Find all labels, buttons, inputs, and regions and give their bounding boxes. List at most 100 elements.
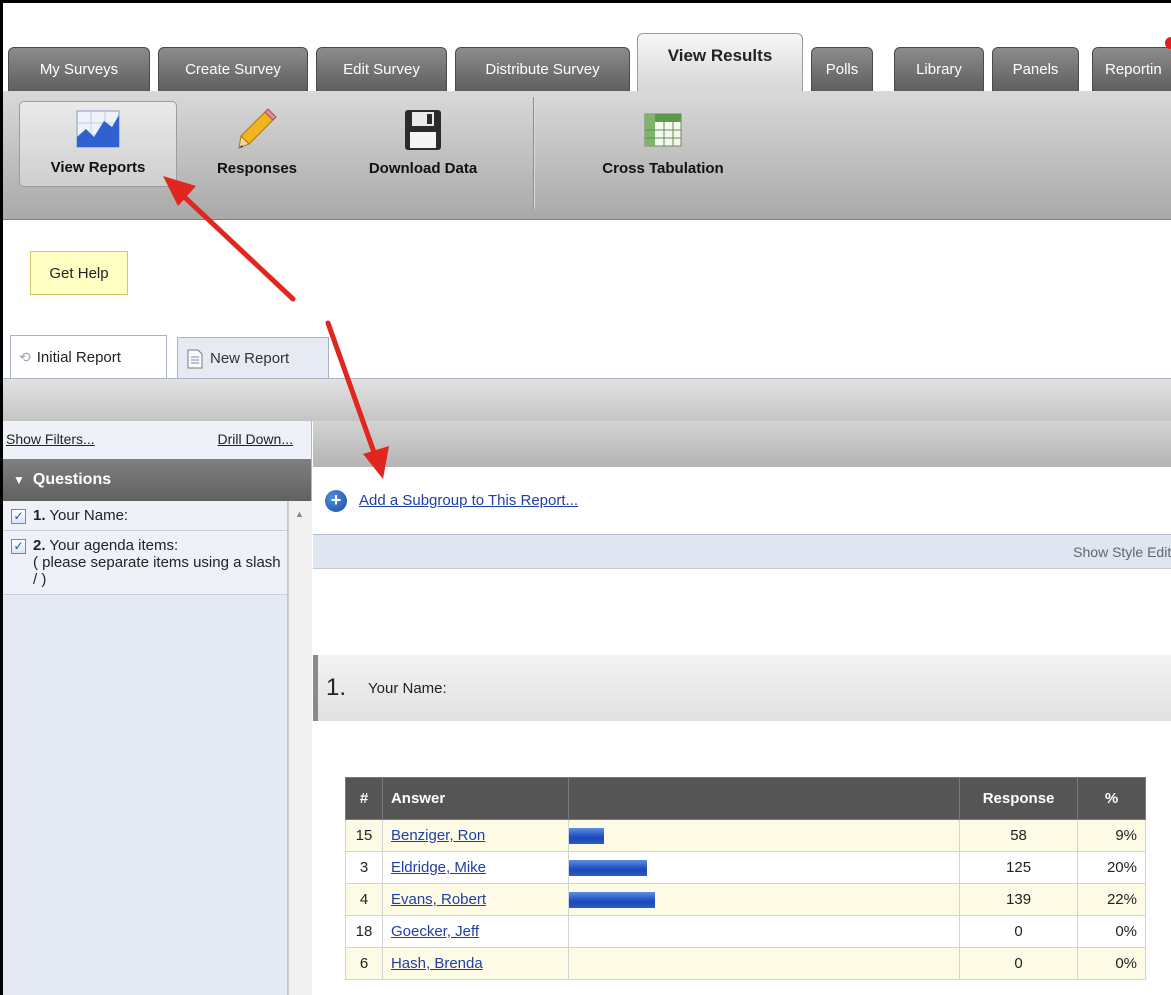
answer-link[interactable]: Evans, Robert bbox=[391, 891, 486, 908]
tab-distribute-survey[interactable]: Distribute Survey bbox=[455, 47, 630, 91]
question-heading: 1. Your Name: bbox=[313, 655, 1171, 721]
question-list: ✓ 1. Your Name: ✓ 2. Your agenda items: … bbox=[3, 501, 288, 995]
scroll-up-arrow-icon[interactable]: ▲ bbox=[295, 509, 304, 519]
answer-link[interactable]: Hash, Brenda bbox=[391, 955, 483, 972]
question-list-scrollbar[interactable]: ▲ bbox=[288, 501, 312, 995]
row-percent: 9% bbox=[1077, 819, 1146, 852]
question-1-text: Your Name: bbox=[49, 507, 129, 524]
row-response: 58 bbox=[959, 819, 1079, 852]
filter-links: Show Filters... Drill Down... bbox=[3, 421, 311, 459]
response-bar bbox=[568, 891, 655, 908]
row-answer: Hash, Brenda bbox=[381, 947, 569, 980]
row-percent: 0% bbox=[1077, 915, 1146, 948]
checkbox-question-1[interactable]: ✓ bbox=[11, 509, 26, 524]
chart-icon bbox=[76, 110, 120, 148]
row-bar-cell bbox=[567, 819, 961, 852]
row-answer: Goecker, Jeff bbox=[381, 915, 569, 948]
style-editor-bar: Show Style Edito bbox=[313, 535, 1171, 569]
view-reports-label: View Reports bbox=[50, 159, 146, 176]
collapse-triangle-icon: ▼ bbox=[13, 473, 25, 487]
toolbar-separator bbox=[533, 97, 534, 209]
tab-panels[interactable]: Panels bbox=[992, 47, 1079, 91]
show-filters-link[interactable]: Show Filters... bbox=[6, 431, 95, 459]
table-row: 18 Goecker, Jeff 0 0% bbox=[345, 915, 1146, 948]
row-response: 0 bbox=[959, 947, 1079, 980]
download-data-label: Download Data bbox=[368, 160, 478, 177]
answer-link[interactable]: Goecker, Jeff bbox=[391, 923, 479, 940]
questions-header[interactable]: ▼ Questions bbox=[3, 459, 311, 501]
responses-button[interactable]: Responses bbox=[193, 101, 321, 187]
question-2-subtext: ( please separate items using a slash / … bbox=[33, 554, 281, 588]
add-subgroup-link[interactable]: Add a Subgroup to This Report... bbox=[359, 492, 578, 509]
question-item-1-text: 1. Your Name: bbox=[33, 507, 128, 524]
report-main-area: + Add a Subgroup to This Report... Show … bbox=[313, 421, 1171, 995]
table-grid-icon bbox=[644, 113, 682, 147]
question-1-number: 1. bbox=[33, 507, 46, 524]
question-heading-text: Your Name: bbox=[368, 679, 447, 697]
tab-new-report[interactable]: New Report bbox=[177, 337, 329, 379]
tab-initial-report[interactable]: ⟲ Initial Report bbox=[10, 335, 167, 379]
tab-library[interactable]: Library bbox=[894, 47, 984, 91]
tab-view-results[interactable]: View Results bbox=[637, 33, 803, 91]
download-data-button[interactable]: Download Data bbox=[343, 101, 503, 187]
question-item-2[interactable]: ✓ 2. Your agenda items: ( please separat… bbox=[3, 531, 287, 595]
tab-reporting[interactable]: Reportin bbox=[1092, 47, 1171, 91]
row-number: 15 bbox=[345, 819, 383, 852]
subgroup-row: + Add a Subgroup to This Report... bbox=[313, 467, 1171, 535]
col-header-number: # bbox=[345, 777, 383, 820]
row-bar-cell bbox=[567, 883, 961, 916]
tab-polls[interactable]: Polls bbox=[811, 47, 873, 91]
col-header-bar bbox=[567, 777, 961, 820]
question-item-2-text: 2. Your agenda items: ( please separate … bbox=[33, 537, 283, 588]
checkbox-question-2[interactable]: ✓ bbox=[11, 539, 26, 554]
pencil-icon bbox=[238, 108, 277, 149]
view-reports-button[interactable]: View Reports bbox=[19, 101, 177, 187]
row-response: 0 bbox=[959, 915, 1079, 948]
response-bar bbox=[568, 827, 604, 844]
row-percent: 20% bbox=[1077, 851, 1146, 884]
row-number: 4 bbox=[345, 883, 383, 916]
add-circle-icon[interactable]: + bbox=[325, 489, 347, 512]
refresh-icon: ⟲ bbox=[19, 349, 31, 365]
row-percent: 22% bbox=[1077, 883, 1146, 916]
cross-tabulation-label: Cross Tabulation bbox=[602, 160, 724, 177]
question-heading-number: 1. bbox=[326, 674, 347, 701]
tab-edit-survey[interactable]: Edit Survey bbox=[316, 47, 447, 91]
question-2-number: 2. bbox=[33, 537, 46, 554]
save-disk-icon bbox=[405, 110, 441, 150]
results-toolbar: View Reports Responses Download Data Cro… bbox=[3, 91, 1171, 220]
tab-my-surveys[interactable]: My Surveys bbox=[8, 47, 150, 91]
tab-create-survey[interactable]: Create Survey bbox=[158, 47, 308, 91]
show-style-editor-link[interactable]: Show Style Edito bbox=[1073, 544, 1171, 560]
get-help-button[interactable]: Get Help bbox=[30, 251, 128, 295]
table-row: 15 Benziger, Ron 58 9% bbox=[345, 819, 1146, 852]
question-2-text: Your agenda items: bbox=[49, 537, 179, 554]
table-row: 3 Eldridge, Mike 125 20% bbox=[345, 851, 1146, 884]
row-number: 3 bbox=[345, 851, 383, 884]
row-answer: Evans, Robert bbox=[381, 883, 569, 916]
drill-down-link[interactable]: Drill Down... bbox=[218, 431, 293, 459]
questions-panel: Show Filters... Drill Down... ▼ Question… bbox=[3, 421, 312, 995]
col-header-percent: % bbox=[1077, 777, 1146, 820]
answer-link[interactable]: Eldridge, Mike bbox=[391, 859, 486, 876]
results-table: # Answer Response % 15 Benziger, Ron 58 … bbox=[345, 777, 1146, 980]
row-bar-cell bbox=[567, 915, 961, 948]
app-window: My Surveys Create Survey Edit Survey Dis… bbox=[0, 0, 1171, 995]
cross-tabulation-button[interactable]: Cross Tabulation bbox=[573, 101, 753, 187]
responses-label: Responses bbox=[216, 160, 298, 177]
row-response: 125 bbox=[959, 851, 1079, 884]
row-number: 6 bbox=[345, 947, 383, 980]
report-top-bar bbox=[313, 421, 1171, 467]
table-row: 4 Evans, Robert 139 22% bbox=[345, 883, 1146, 916]
row-number: 18 bbox=[345, 915, 383, 948]
col-header-answer: Answer bbox=[381, 777, 569, 820]
document-icon bbox=[187, 349, 203, 368]
row-bar-cell bbox=[567, 851, 961, 884]
main-tab-bar: My Surveys Create Survey Edit Survey Dis… bbox=[3, 3, 1171, 91]
new-report-label: New Report bbox=[210, 350, 290, 367]
initial-report-label: Initial Report bbox=[36, 349, 121, 366]
answer-link[interactable]: Benziger, Ron bbox=[391, 827, 485, 844]
row-bar-cell bbox=[567, 947, 961, 980]
col-header-response: Response bbox=[959, 777, 1079, 820]
question-item-1[interactable]: ✓ 1. Your Name: bbox=[3, 501, 287, 531]
